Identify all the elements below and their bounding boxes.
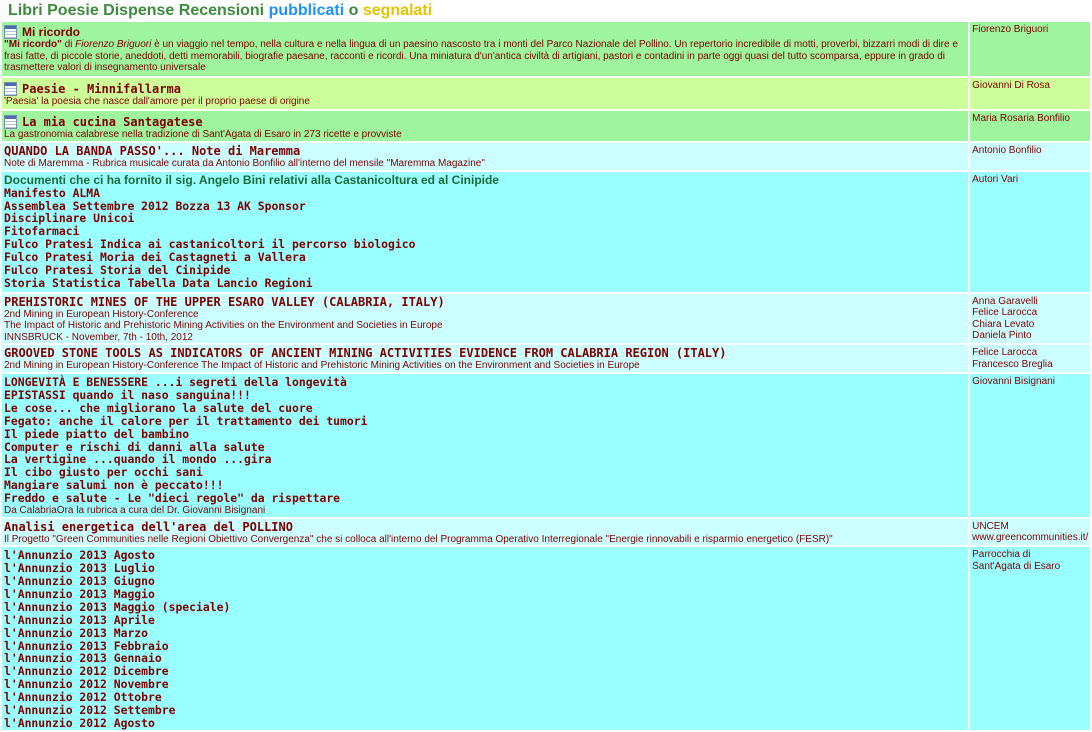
document-icon[interactable] — [4, 82, 17, 96]
author-cell: Felice Larocca Francesco Breglia — [970, 345, 1090, 372]
author-cell: UNCEM www.greencommunities.it/ — [970, 518, 1090, 546]
bulletin-link[interactable]: l'Annunzio 2013 Marzo — [4, 626, 966, 640]
document-list: Manifesto ALMA Assemblea Settembre 2012 … — [4, 186, 966, 290]
table-row: l'Annunzio 2013 Agosto l'Annunzio 2013 L… — [2, 547, 1090, 730]
publication-description: 2nd Mining in European History-Conferenc… — [4, 360, 640, 372]
bulletin-link[interactable]: l'Annunzio 2013 Maggio (speciale) — [4, 600, 966, 614]
author-name: Francesco Breglia — [972, 358, 1053, 370]
bulletin-link[interactable]: l'Annunzio 2013 Maggio — [4, 588, 966, 601]
publication-cell: LONGEVITÀ E BENESSERE ...i segreti della… — [2, 373, 969, 517]
publications-table: Mi ricordo "Mi ricordo" di Fiorenzo Brig… — [0, 20, 1092, 732]
publication-description-line: 2nd Mining in European History-Conferenc… — [4, 308, 199, 320]
author-name: Maria Rosaria Bonfilio — [972, 113, 1070, 124]
publication-cell: PREHISTORIC MINES OF THE UPPER ESARO VAL… — [2, 293, 969, 344]
article-link[interactable]: Fegato: anche il calore per il trattamen… — [4, 414, 966, 428]
publication-title[interactable]: Analisi energetica dell'area del POLLINO — [4, 520, 966, 534]
publication-cell: Paesie - Minnifallarma 'Paesia' la poesi… — [2, 78, 969, 109]
header-separator: o — [348, 2, 359, 19]
article-link[interactable]: Il piede piatto del bambino — [4, 427, 966, 441]
publication-description: Da CalabriaOra la rubrica a cura del Dr.… — [4, 505, 266, 517]
author-name: Autori Vari — [972, 173, 1019, 185]
publication-cell: Mi ricordo "Mi ricordo" di Fiorenzo Brig… — [2, 22, 969, 76]
author-website-link[interactable]: www.greencommunities.it/ — [972, 532, 1088, 544]
article-link[interactable]: Le cose... che migliorano la salute del … — [4, 401, 966, 415]
author-name: Anna Garavelli — [972, 295, 1038, 307]
bulletin-link[interactable]: l'Annunzio 2012 Agosto — [4, 717, 966, 730]
author-cell: Antonio Bonfilio — [970, 143, 1090, 170]
publication-description: "Mi ricordo" di Fiorenzo Briguori è un v… — [4, 39, 958, 74]
publication-description: La gastronomia calabrese nella tradizion… — [4, 129, 402, 140]
publication-cell: l'Annunzio 2013 Agosto l'Annunzio 2013 L… — [2, 547, 969, 730]
article-link[interactable]: Freddo e salute - Le "dieci regole" da r… — [4, 492, 966, 505]
table-row: QUANDO LA BANDA PASSO'... Note di Maremm… — [2, 143, 1090, 170]
bulletin-link[interactable]: l'Annunzio 2013 Giugno — [4, 575, 966, 588]
table-row: PREHISTORIC MINES OF THE UPPER ESARO VAL… — [2, 293, 1090, 344]
table-row: Paesie - Minnifallarma 'Paesia' la poesi… — [2, 78, 1090, 109]
document-link[interactable]: Disciplinare Unicoi — [4, 212, 966, 225]
publication-description-line: The Impact of Historic and Prehistoric M… — [4, 320, 443, 332]
publication-title[interactable]: PREHISTORIC MINES OF THE UPPER ESARO VAL… — [4, 295, 966, 309]
publication-title[interactable]: Paesie - Minnifallarma — [22, 82, 181, 96]
publication-description: Il Progetto "Green Communities nelle Reg… — [4, 533, 833, 545]
author-name: Daniela Pinto — [972, 330, 1032, 342]
table-row: Analisi energetica dell'area del POLLINO… — [2, 518, 1090, 546]
author-cell: Giovanni Bisignani — [970, 373, 1090, 517]
bulletin-list: l'Annunzio 2013 Agosto l'Annunzio 2013 L… — [4, 549, 966, 730]
document-link[interactable]: Manifesto ALMA — [4, 186, 966, 200]
author-cell: Parrocchia di Sant'Agata di Esaro — [970, 547, 1090, 730]
publication-cell: QUANDO LA BANDA PASSO'... Note di Maremm… — [2, 143, 969, 170]
document-link[interactable]: Storia Statistica Tabella Data Lancio Re… — [4, 277, 966, 290]
page-header: Libri Poesie Dispense Recensioni pubblic… — [0, 0, 1092, 22]
document-link[interactable]: Fulco Pratesi Storia del Cinipide — [4, 264, 966, 277]
author-name: Felice Larocca — [972, 307, 1038, 319]
publication-cell: La mia cucina Santagatese La gastronomia… — [2, 111, 969, 141]
document-icon[interactable] — [4, 25, 17, 39]
author-cell: Autori Vari — [970, 171, 1090, 292]
publication-description-line: INNSBRUCK - November, 7th - 10th, 2012 — [4, 331, 193, 343]
author-name: Giovanni Bisignani — [972, 375, 1055, 387]
category-poesie[interactable]: Poesie — [47, 2, 99, 19]
author-cell: Anna Garavelli Felice Larocca Chiara Lev… — [970, 293, 1090, 344]
publication-cell: Analisi energetica dell'area del POLLINO… — [2, 518, 969, 546]
document-link[interactable]: Assemblea Settembre 2012 Bozza 13 AK Spo… — [4, 199, 966, 213]
filter-pubblicati[interactable]: pubblicati — [269, 2, 345, 19]
table-row: Mi ricordo "Mi ricordo" di Fiorenzo Brig… — [2, 22, 1090, 76]
category-libri[interactable]: Libri — [8, 2, 43, 19]
article-list: LONGEVITÀ E BENESSERE ...i segreti della… — [4, 376, 966, 505]
bulletin-link[interactable]: l'Annunzio 2013 Aprile — [4, 613, 966, 627]
publication-title[interactable]: GROOVED STONE TOOLS AS INDICATORS OF ANC… — [4, 347, 966, 360]
publication-title[interactable]: La mia cucina Santagatese — [22, 115, 203, 129]
category-recensioni[interactable]: Recensioni — [179, 2, 264, 19]
author-name: Sant'Agata di Esaro — [972, 560, 1061, 572]
filter-segnalati[interactable]: segnalati — [363, 2, 432, 19]
article-link[interactable]: LONGEVITÀ E BENESSERE ...i segreti della… — [4, 376, 966, 389]
publication-title[interactable]: QUANDO LA BANDA PASSO'... Note di Maremm… — [4, 145, 966, 158]
author-name: Fiorenzo Briguori — [972, 24, 1049, 35]
author-name: Parrocchia di — [972, 549, 1031, 561]
author-name: Antonio Bonfilio — [972, 145, 1042, 156]
publication-cell: Documenti che ci ha fornito il sig. Ange… — [2, 171, 969, 292]
category-dispense[interactable]: Dispense — [103, 2, 174, 19]
author-cell: Maria Rosaria Bonfilio — [970, 111, 1090, 141]
publication-title[interactable]: Mi ricordo — [22, 25, 80, 39]
table-row: Documenti che ci ha fornito il sig. Ange… — [2, 171, 1090, 292]
publication-description: Note di Maremma - Rubrica musicale curat… — [4, 158, 485, 169]
article-link[interactable]: EPISTASSI quando il naso sanguina!!! — [4, 388, 966, 402]
author-cell: Giovanni Di Rosa — [970, 78, 1090, 109]
publication-description: 'Paesia' la poesia che nasce dall'amore … — [4, 96, 310, 107]
table-row: La mia cucina Santagatese La gastronomia… — [2, 111, 1090, 141]
document-icon[interactable] — [4, 115, 17, 129]
author-cell: Fiorenzo Briguori — [970, 22, 1090, 76]
publication-cell: GROOVED STONE TOOLS AS INDICATORS OF ANC… — [2, 345, 969, 372]
table-row: GROOVED STONE TOOLS AS INDICATORS OF ANC… — [2, 345, 1090, 372]
author-name: UNCEM — [972, 520, 1009, 532]
author-name: Giovanni Di Rosa — [972, 80, 1050, 91]
author-name: Felice Larocca — [972, 347, 1038, 359]
publication-title: Documenti che ci ha fornito il sig. Ange… — [4, 172, 499, 187]
table-row: LONGEVITÀ E BENESSERE ...i segreti della… — [2, 373, 1090, 517]
author-name: Chiara Levato — [972, 318, 1035, 330]
